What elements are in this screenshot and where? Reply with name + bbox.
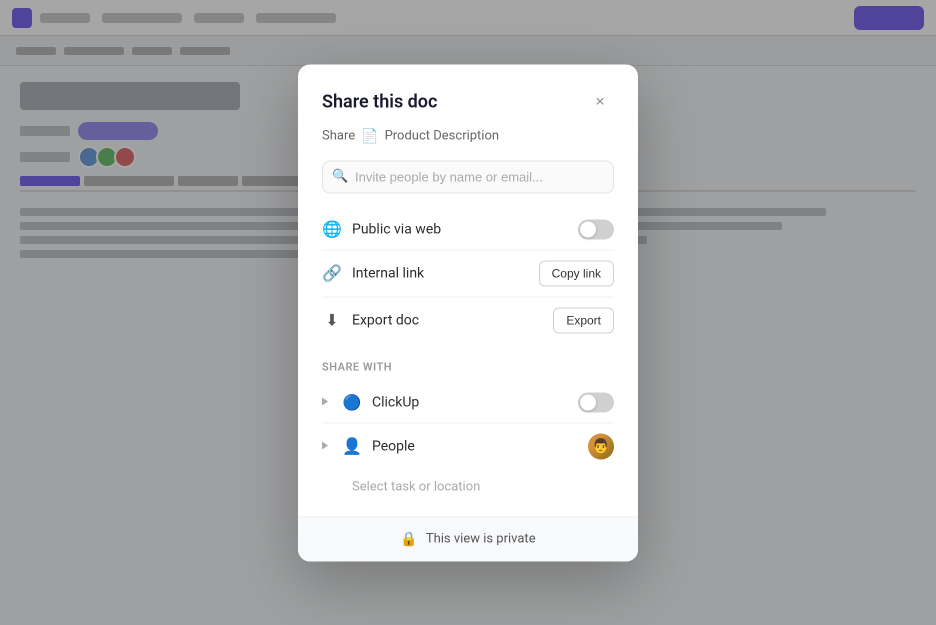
modal-footer: 🔒 This view is private bbox=[298, 516, 638, 561]
modal-body: Share this doc × Share 📄 Product Descrip… bbox=[298, 64, 638, 504]
clickup-logo-icon: 🔵 bbox=[342, 392, 362, 412]
people-label: People bbox=[372, 438, 578, 454]
internal-link-label: Internal link bbox=[352, 265, 529, 281]
share-with-label: SHARE WITH bbox=[322, 360, 392, 373]
people-avatar-wrap: 👨 bbox=[588, 433, 614, 459]
export-button[interactable]: Export bbox=[553, 307, 614, 333]
people-row: 👤 People 👨 bbox=[322, 423, 614, 469]
lock-icon: 🔒 bbox=[400, 531, 417, 547]
close-button[interactable]: × bbox=[586, 88, 614, 116]
clickup-label: ClickUp bbox=[372, 394, 568, 410]
search-row: 🔍 bbox=[322, 160, 614, 193]
export-doc-label: Export doc bbox=[352, 312, 543, 328]
subtitle-prefix: Share bbox=[322, 129, 355, 144]
share-with-list: 🔵 ClickUp 👤 People 👨 bbox=[322, 382, 614, 469]
clickup-row: 🔵 ClickUp bbox=[322, 382, 614, 423]
public-web-row: 🌐 Public via web bbox=[322, 209, 614, 250]
export-icon: ⬇ bbox=[322, 310, 342, 330]
share-modal: Share this doc × Share 📄 Product Descrip… bbox=[298, 64, 638, 561]
modal-header: Share this doc × bbox=[322, 88, 614, 116]
select-location[interactable]: Select task or location bbox=[322, 469, 614, 504]
globe-icon: 🌐 bbox=[322, 219, 342, 239]
chevron-right-people-icon bbox=[322, 442, 328, 450]
copy-link-button[interactable]: Copy link bbox=[539, 260, 614, 286]
people-expand-icon[interactable] bbox=[322, 440, 328, 453]
search-icon: 🔍 bbox=[332, 169, 348, 184]
people-avatar: 👨 bbox=[588, 433, 614, 459]
search-input[interactable] bbox=[322, 160, 614, 193]
clickup-expand-icon[interactable] bbox=[322, 396, 328, 409]
modal-title: Share this doc bbox=[322, 92, 437, 113]
link-icon: 🔗 bbox=[322, 263, 342, 283]
subtitle-doc: Product Description bbox=[385, 129, 500, 144]
avatar-face: 👨 bbox=[588, 433, 614, 459]
public-web-label: Public via web bbox=[352, 221, 568, 237]
clickup-toggle-wrap bbox=[578, 392, 614, 412]
copy-link-wrap: Copy link bbox=[539, 260, 614, 286]
options-list: 🌐 Public via web 🔗 Internal link Copy li… bbox=[322, 209, 614, 343]
footer-private-text: This view is private bbox=[426, 532, 536, 547]
export-doc-row: ⬇ Export doc Export bbox=[322, 297, 614, 343]
doc-icon: 📄 bbox=[361, 128, 378, 144]
share-with-divider: SHARE WITH bbox=[322, 351, 614, 378]
chevron-right-icon bbox=[322, 398, 328, 406]
public-web-toggle[interactable] bbox=[578, 219, 614, 239]
modal-subtitle: Share 📄 Product Description bbox=[322, 128, 614, 144]
clickup-toggle[interactable] bbox=[578, 392, 614, 412]
select-location-label: Select task or location bbox=[352, 479, 480, 494]
person-icon: 👤 bbox=[342, 436, 362, 456]
export-btn-wrap: Export bbox=[553, 307, 614, 333]
internal-link-row: 🔗 Internal link Copy link bbox=[322, 250, 614, 297]
public-web-toggle-wrap bbox=[578, 219, 614, 239]
